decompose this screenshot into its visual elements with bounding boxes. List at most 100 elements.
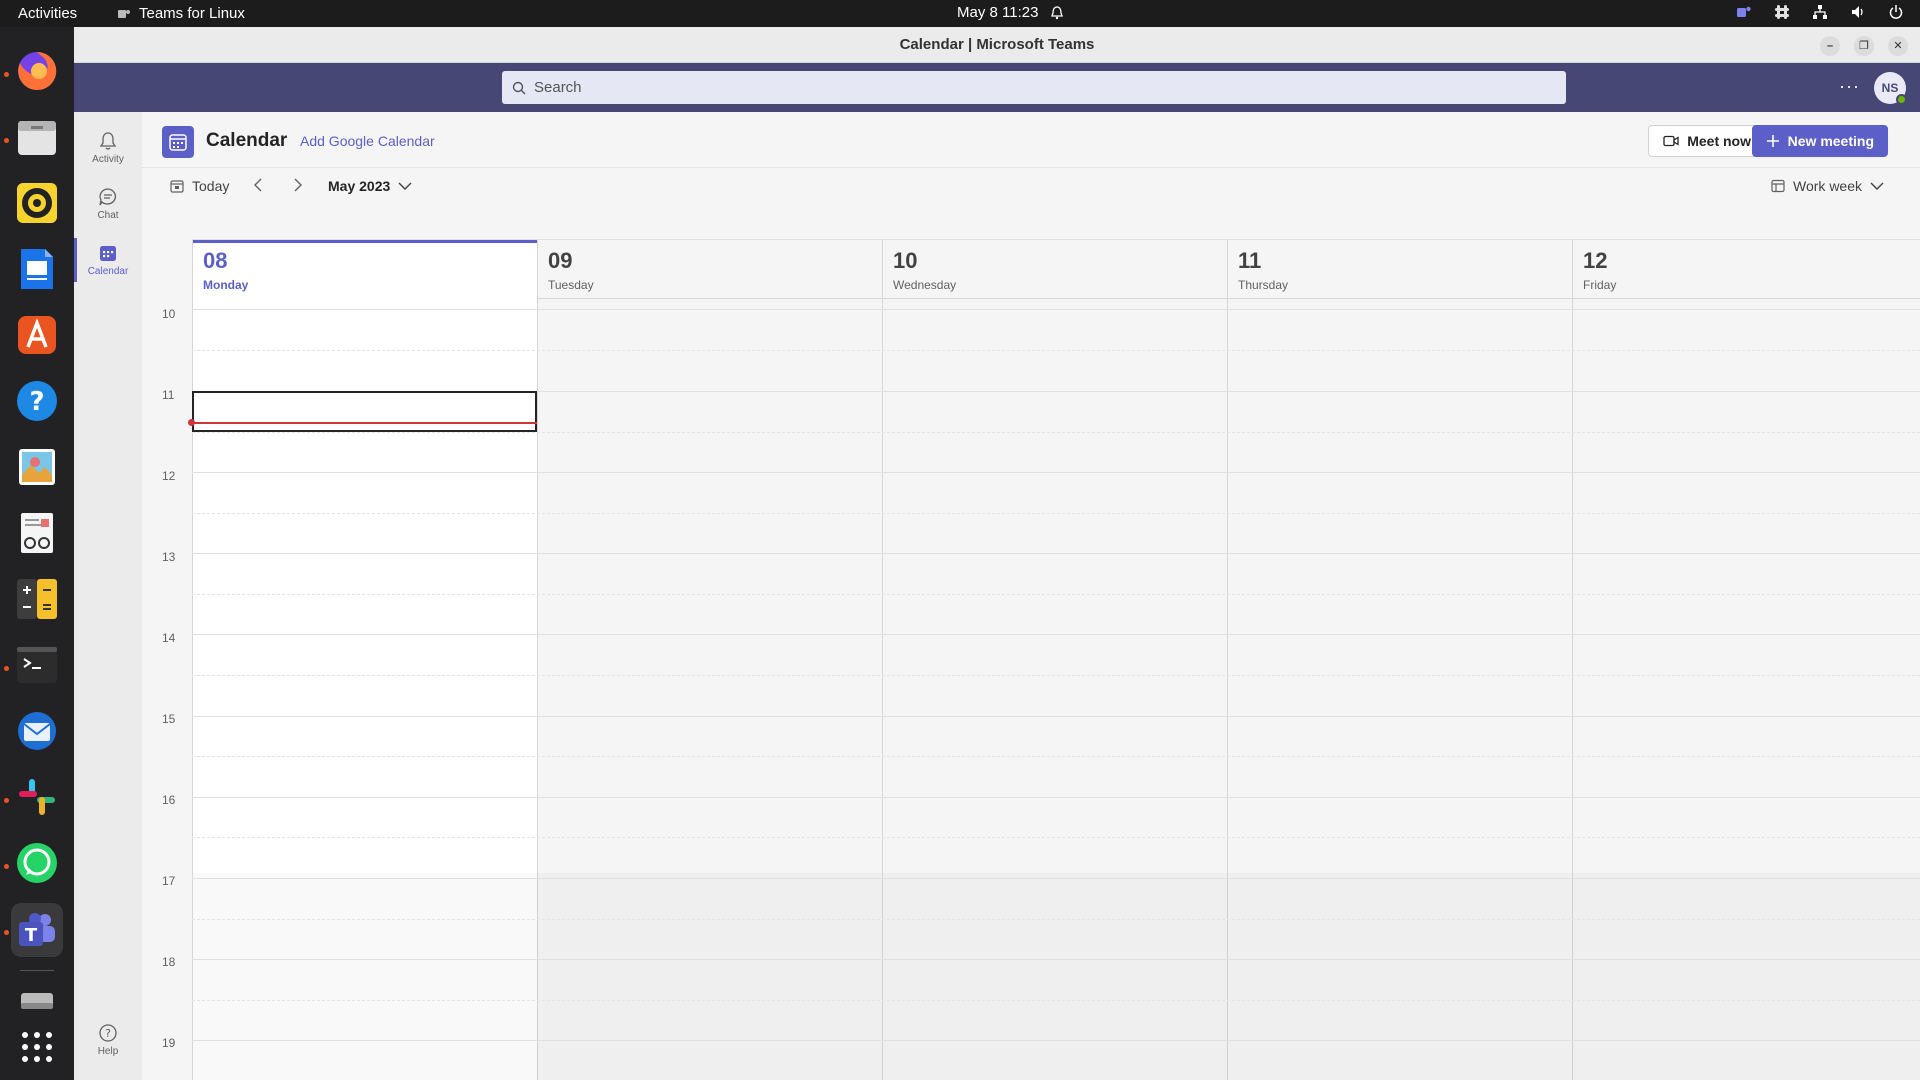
day-name: Thursday	[1238, 278, 1289, 292]
search-placeholder: Search	[534, 79, 582, 96]
day-header-friday[interactable]: 12 Friday	[1572, 240, 1917, 300]
running-indicator	[4, 138, 9, 143]
today-label: Today	[192, 178, 230, 194]
clock-text: May 8 11:23	[957, 4, 1039, 21]
slack-tray-icon[interactable]	[1774, 4, 1790, 20]
day-name: Monday	[203, 278, 249, 292]
day-header-thursday[interactable]: 11 Thursday	[1227, 240, 1572, 300]
running-indicator	[4, 930, 9, 935]
half-hour-line	[192, 919, 1920, 920]
rail-item-help[interactable]: ? Help	[74, 1012, 142, 1068]
more-options-icon[interactable]: ···	[1839, 76, 1860, 97]
meet-now-button[interactable]: Meet now	[1648, 125, 1766, 157]
view-label: Work week	[1793, 178, 1862, 194]
image-viewer-icon[interactable]	[13, 443, 61, 491]
new-meeting-button[interactable]: New meeting	[1751, 125, 1888, 157]
running-indicator	[4, 666, 9, 671]
system-tray[interactable]	[1736, 4, 1904, 20]
rail-label: Calendar	[87, 266, 129, 277]
hour-line	[192, 472, 1920, 473]
day-name: Tuesday	[548, 278, 594, 292]
day-header-monday[interactable]: 08 Monday	[192, 240, 537, 300]
firefox-icon[interactable]	[13, 47, 61, 95]
writer-icon[interactable]	[13, 245, 61, 293]
hour-label: 10	[162, 307, 176, 321]
hour-line	[192, 716, 1920, 717]
next-week-button[interactable]	[292, 178, 304, 197]
drive-icon[interactable]	[13, 977, 61, 1025]
calendar-header: Calendar Add Google Calendar Meet now Ne…	[142, 112, 1920, 168]
view-switcher[interactable]: Work week	[1771, 178, 1884, 194]
search-input[interactable]: Search	[502, 71, 1566, 104]
hour-line	[192, 959, 1920, 960]
half-hour-line	[192, 675, 1920, 676]
half-hour-line	[192, 756, 1920, 757]
terminal-icon[interactable]	[13, 641, 61, 689]
document-viewer-icon[interactable]	[13, 509, 61, 557]
window-titlebar[interactable]: Calendar | Microsoft Teams – ❐ ✕	[74, 27, 1920, 63]
chevron-down-icon	[398, 182, 412, 190]
app-menu[interactable]: Teams for Linux	[117, 5, 245, 22]
day-number: 12	[1583, 248, 1608, 273]
today-button[interactable]: Today	[170, 178, 229, 194]
chat-icon	[99, 188, 117, 206]
show-apps-icon[interactable]	[13, 1023, 61, 1071]
hour-label: 11	[162, 388, 175, 402]
half-hour-line	[192, 432, 1920, 433]
selected-time-slot[interactable]	[192, 391, 537, 432]
hour-line	[192, 1040, 1920, 1041]
day-header-wednesday[interactable]: 10 Wednesday	[882, 240, 1227, 300]
half-hour-line	[192, 837, 1920, 838]
rhythmbox-icon[interactable]	[13, 179, 61, 227]
hour-label: 13	[162, 550, 176, 564]
day-header-tuesday[interactable]: 09 Tuesday	[537, 240, 882, 300]
slack-icon[interactable]	[13, 773, 61, 821]
teams-icon[interactable]: T	[11, 903, 63, 957]
dock-separator	[20, 970, 54, 971]
hour-label: 15	[162, 712, 176, 726]
day-name: Wednesday	[893, 278, 957, 292]
rail-item-calendar[interactable]: Calendar	[74, 232, 142, 288]
avatar[interactable]: NS	[1874, 72, 1907, 105]
video-camera-icon	[1663, 135, 1679, 147]
calculator-icon[interactable]	[13, 575, 61, 623]
calendar-icon	[100, 246, 116, 261]
svg-text:?: ?	[29, 387, 44, 417]
previous-week-button[interactable]	[252, 178, 264, 197]
chevron-down-icon	[1870, 182, 1884, 190]
calendar-today-icon	[170, 180, 184, 193]
half-hour-line	[192, 1000, 1920, 1001]
hour-label: 18	[162, 955, 176, 969]
activities-button[interactable]: Activities	[18, 5, 77, 22]
app-name: Teams for Linux	[139, 5, 245, 22]
volume-icon[interactable]	[1850, 4, 1866, 20]
rail-item-activity[interactable]: Activity	[74, 120, 142, 176]
running-indicator	[4, 72, 9, 77]
add-google-calendar-link[interactable]: Add Google Calendar	[300, 133, 435, 149]
whatsapp-icon[interactable]	[13, 839, 61, 887]
files-icon[interactable]	[13, 113, 61, 161]
page-title: Calendar	[206, 130, 288, 151]
plus-icon	[1766, 135, 1779, 147]
running-indicator	[4, 864, 9, 869]
month-picker[interactable]: May 2023	[328, 178, 412, 194]
avatar-initials: NS	[1881, 81, 1899, 95]
rail-item-chat[interactable]: Chat	[74, 176, 142, 232]
app-center-icon[interactable]	[13, 311, 61, 359]
window-title: Calendar | Microsoft Teams	[899, 36, 1095, 53]
hour-label: 12	[162, 469, 176, 483]
minimize-button[interactable]: –	[1820, 36, 1840, 56]
teams-window: Calendar | Microsoft Teams – ❐ ✕ Search …	[74, 27, 1920, 1080]
teams-tray-icon[interactable]	[1736, 4, 1752, 20]
close-button[interactable]: ✕	[1888, 36, 1908, 56]
help-icon[interactable]: ?	[13, 377, 61, 425]
thunderbird-icon[interactable]	[13, 707, 61, 755]
clock[interactable]: May 8 11:23	[957, 4, 1064, 21]
presence-available-icon	[1896, 94, 1907, 105]
hour-label: 17	[162, 874, 176, 888]
teams-header-bar: Search ··· NS	[74, 63, 1920, 112]
running-indicator	[4, 798, 9, 803]
network-icon[interactable]	[1812, 4, 1828, 20]
power-icon[interactable]	[1888, 4, 1904, 20]
restore-button[interactable]: ❐	[1854, 36, 1874, 56]
